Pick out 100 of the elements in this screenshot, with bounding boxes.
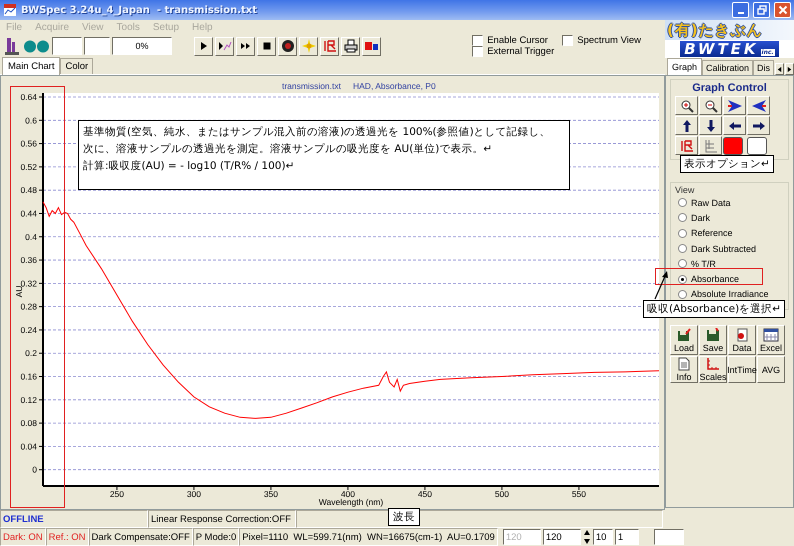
down-arrow-icon [704, 118, 716, 132]
checkbox[interactable] [472, 35, 484, 46]
action-button[interactable]: Info [670, 356, 698, 383]
close-button[interactable] [774, 2, 791, 18]
shrink-button[interactable] [747, 96, 770, 115]
tab[interactable]: Graph [667, 58, 702, 75]
zoom-in-button[interactable] [675, 96, 698, 115]
radio-label: Absorbance [691, 274, 740, 284]
left-arrow-icon [776, 66, 784, 72]
minimize-button[interactable] [732, 2, 749, 18]
radio-label: Absolute Irradiance [691, 289, 769, 300]
axes-icon [706, 357, 720, 371]
play-button[interactable] [194, 36, 213, 56]
tick-label: 0.44 [20, 208, 37, 218]
tick-label: 550 [572, 489, 586, 499]
action-button[interactable]: Scales [699, 356, 727, 383]
expand-button[interactable] [723, 96, 746, 115]
tab[interactable]: Calibration [702, 60, 754, 75]
scroll-right-button[interactable] [785, 63, 794, 75]
color-swatch[interactable] [747, 136, 767, 154]
status-text: Pixel=1110 WL=599.71(nm) WN=16675(cm-1) AU=0.1709 [239, 528, 498, 546]
action-button[interactable]: IntTime [728, 356, 756, 383]
record-button[interactable] [278, 36, 297, 56]
axis-label: AU [14, 286, 24, 298]
radio-label: Raw Data [691, 198, 731, 208]
input-field[interactable] [52, 37, 82, 55]
spectrometer-icon [4, 36, 20, 56]
status-text: P Mode:0 [192, 528, 240, 546]
action-button[interactable]: Save [699, 325, 727, 355]
tick-label: 0.36 [20, 255, 37, 266]
play-chart-button[interactable] [215, 36, 234, 56]
connection-status: OFFLINE [0, 510, 148, 528]
grid-button[interactable] [699, 136, 722, 155]
input-field[interactable]: 10 [592, 529, 613, 545]
maximize-button[interactable] [753, 2, 770, 18]
right-arrow-icon [752, 120, 766, 132]
radio-button[interactable] [678, 274, 687, 284]
note-text: 基準物質(空気、純水、またはサンプル混入前の溶液)の透過光を 100%(参照値)として記録し、 [83, 125, 552, 140]
action-button[interactable]: AVG [757, 356, 785, 383]
radio-button[interactable] [678, 259, 687, 268]
minimize-icon [738, 12, 744, 14]
tick-label: 0.28 [20, 302, 37, 312]
shrink-icon [750, 98, 766, 112]
correction-status: Linear Response Correction:OFF [148, 510, 296, 528]
spinner-button[interactable] [582, 529, 591, 545]
stop-icon [260, 40, 272, 52]
left-arrow-button[interactable] [723, 116, 746, 135]
action-button[interactable]: Load [670, 325, 698, 355]
color-swatch[interactable] [723, 136, 743, 154]
fast-forward-button[interactable] [236, 36, 255, 56]
radio-button[interactable] [678, 213, 687, 222]
status-text: Dark Compensate:OFF [88, 528, 193, 546]
input-field[interactable]: 120 [542, 529, 581, 545]
input-field[interactable]: 1 [614, 529, 639, 545]
tab[interactable]: Color [60, 58, 94, 74]
tab[interactable]: Main Chart [2, 57, 60, 75]
pointer-arrow [653, 270, 669, 300]
chart-subtitle: HAD, Absorbance, P0 [353, 81, 436, 91]
stop-button[interactable] [257, 36, 276, 56]
radio-label: % T/R [691, 258, 716, 269]
radio-button[interactable] [678, 290, 687, 299]
scroll-left-button[interactable] [775, 63, 784, 75]
radio-button[interactable] [678, 198, 687, 208]
right-arrow-button[interactable] [747, 116, 770, 135]
radio-button[interactable] [678, 244, 687, 254]
note-text: 次に、溶液サンプルの透過光を測定。溶液サンプルの吸光度を AU(単位)で表示。↵ [83, 142, 494, 157]
tick-label: 0.6 [25, 115, 37, 126]
input-field[interactable] [654, 529, 684, 545]
tick-label: 0.16 [20, 372, 37, 382]
print-button[interactable] [341, 36, 360, 56]
window-title: BWSpec 3.24u_4_Japan - transmission.txt [21, 4, 258, 16]
status-text: Ref.: ON [46, 528, 89, 546]
group-label: View [675, 185, 696, 195]
checkbox[interactable] [562, 35, 574, 46]
checkbox-label: Spectrum View [577, 36, 641, 46]
tab[interactable]: Dis [753, 60, 774, 75]
fast-forward-icon [240, 40, 252, 52]
radio-button[interactable] [678, 228, 687, 238]
play-chart-icon [218, 40, 232, 52]
up-arrow-button[interactable] [675, 116, 698, 135]
action-button[interactable]: Excel [757, 325, 785, 355]
company-name: (有)たきぶん [665, 20, 794, 40]
tick-label: 0.4 [25, 232, 37, 242]
sun-button[interactable] [299, 36, 318, 56]
left-arrow-icon [728, 120, 742, 132]
expand-icon [726, 98, 742, 112]
input-field[interactable] [84, 37, 110, 55]
radio-label: Reference [691, 228, 733, 238]
sun-icon [302, 39, 316, 53]
down-arrow-button[interactable] [699, 116, 722, 135]
action-button[interactable]: Data [728, 325, 756, 355]
tick-label: 400 [340, 489, 356, 499]
spreadsheet-icon [763, 328, 779, 342]
status-lights-icon [24, 40, 50, 52]
zoom-in-icon [680, 98, 694, 112]
right-arrow-icon [786, 66, 794, 72]
zoom-out-button[interactable] [699, 96, 722, 115]
tick-label: 0.56 [20, 138, 37, 149]
page-icon [678, 357, 690, 371]
checkbox[interactable] [472, 46, 484, 57]
